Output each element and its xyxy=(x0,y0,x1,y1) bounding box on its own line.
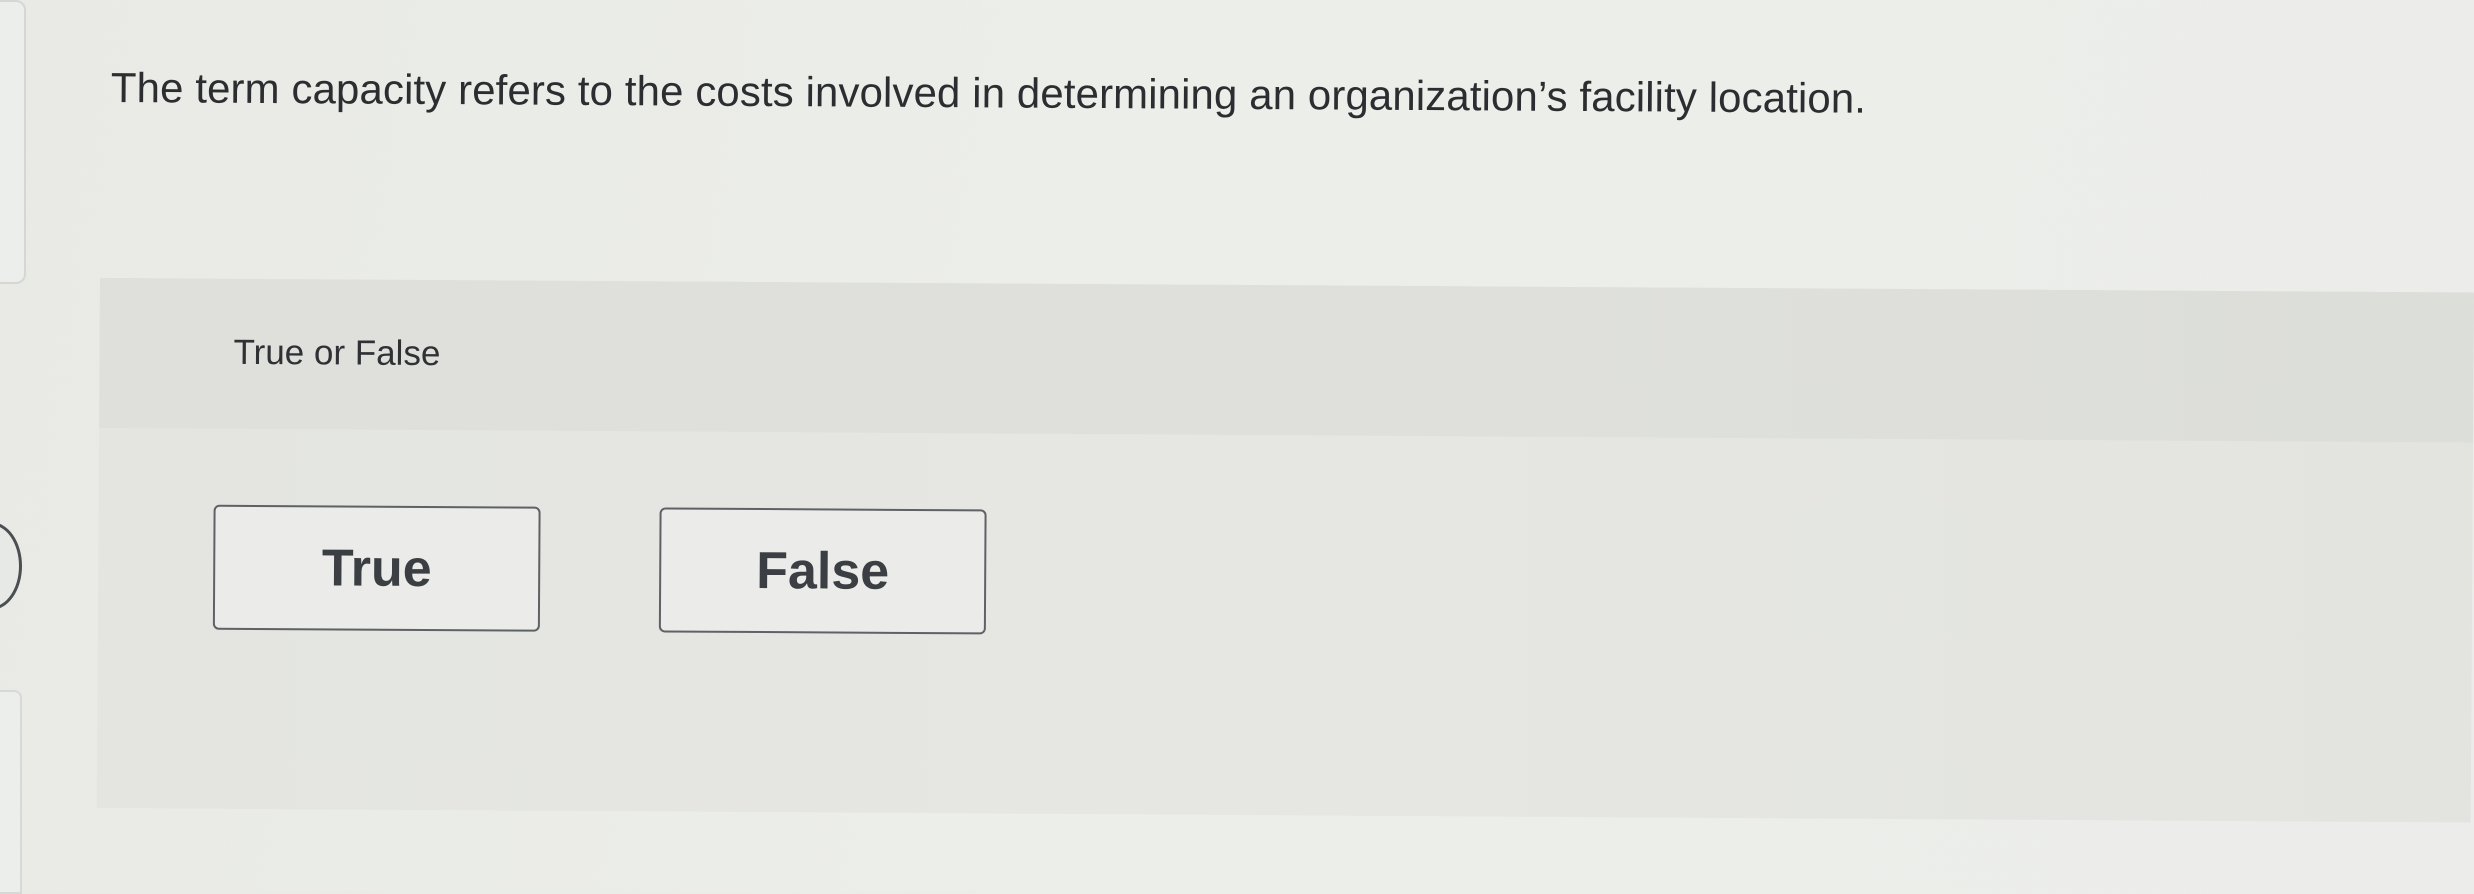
question-text: The term capacity refers to the costs in… xyxy=(110,64,1867,122)
lower-card-edge xyxy=(0,690,22,894)
radio-circle-icon[interactable] xyxy=(0,522,22,610)
answer-panel: True or False True False xyxy=(96,278,2474,823)
true-or-false-label: True or False xyxy=(233,332,441,374)
true-button[interactable]: True xyxy=(212,504,541,632)
prompt-band: True or False xyxy=(99,278,2474,443)
previous-card-edge xyxy=(0,0,26,284)
false-button[interactable]: False xyxy=(658,507,987,635)
